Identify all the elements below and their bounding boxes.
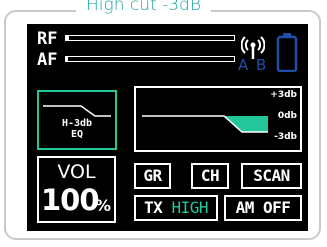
af-label: AF (37, 50, 58, 70)
am-button[interactable]: AM OFF (224, 195, 302, 221)
volume-label: VOL (57, 161, 96, 183)
volume-value: 100 (41, 183, 100, 217)
frame-title: High cut -3dB (76, 0, 211, 15)
rf-meter (65, 35, 235, 41)
tx-power-button[interactable]: TX HIGH (134, 195, 218, 221)
eq-graph-curve (142, 115, 268, 133)
diversity-b-label: B (256, 56, 267, 74)
eq-scale-mid: 0db (277, 111, 297, 121)
scan-button[interactable]: SCAN (241, 163, 302, 189)
volume-box[interactable]: VOL 100 % (37, 156, 116, 223)
ch-button[interactable]: CH (191, 163, 229, 189)
tx-power-label: TX (144, 198, 163, 217)
eq-scale-top: +3db (270, 90, 297, 100)
eq-graph-box: +3db 0db -3db (134, 86, 302, 152)
af-meter-fill (66, 57, 68, 61)
eq-scale-bottom: -3db (274, 132, 297, 142)
af-meter (65, 56, 235, 62)
eq-preset-line1: H-3db (61, 118, 93, 129)
tx-power-value: HIGH (171, 198, 208, 217)
rf-meter-fill (66, 36, 70, 40)
rf-label: RF (37, 29, 58, 49)
eq-preset-line2: EQ (70, 129, 84, 140)
diversity-a-label: A (238, 56, 249, 74)
battery-icon (276, 33, 298, 72)
gr-button[interactable]: GR (134, 163, 171, 189)
eq-preset-box[interactable]: H-3db EQ (37, 90, 117, 150)
volume-unit: % (95, 196, 112, 215)
device-screen: RF AF A B H-3db EQ +3db 0db -3db VOL 100… (27, 24, 308, 231)
